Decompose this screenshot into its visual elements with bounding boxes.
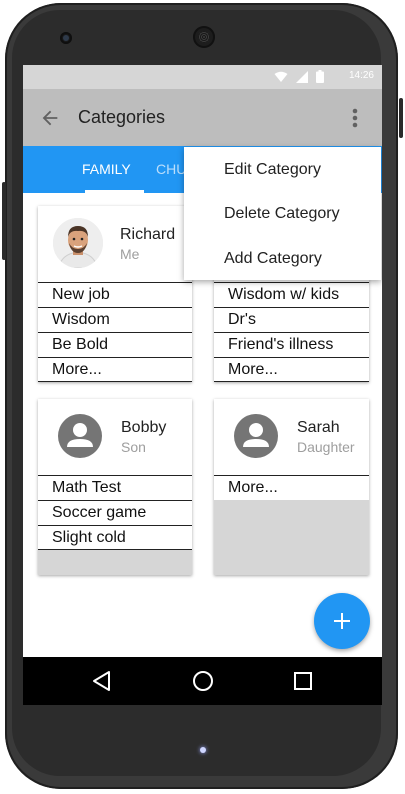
list-item[interactable]: Be Bold [38,332,192,356]
volume-button [399,98,403,138]
card-header: Bobby Son [38,399,192,474]
back-triangle-icon[interactable] [90,669,114,693]
tab-indicator [85,190,144,193]
list-item[interactable]: Wisdom w/ kids [214,282,369,306]
tab-church[interactable]: CHU [156,146,186,193]
person-icon [58,414,102,458]
overflow-menu: Edit Category Delete Category Add Catego… [184,147,381,280]
card-header: Richard Me [38,206,192,281]
avatar [53,218,103,268]
power-button [2,182,6,260]
person-relation: Son [121,439,146,455]
tab-family[interactable]: FAMILY [82,146,131,193]
card-empty-area [38,550,192,575]
battery-icon [316,70,324,83]
person-name: Bobby [121,419,167,436]
category-card[interactable]: Sarah Daughter More... [214,399,369,575]
front-camera [60,32,72,44]
status-time: 14:26 [348,70,374,81]
category-card[interactable]: Bobby Son Math Test Soccer game Slight c… [38,399,192,575]
menu-item-delete-category[interactable]: Delete Category [184,191,381,236]
list-item[interactable]: New job [38,282,192,306]
person-name: Richard [120,226,176,243]
more-link[interactable]: More... [214,357,369,382]
card-empty-area [214,500,369,575]
card-header: Sarah Daughter [214,399,369,474]
person-relation: Me [120,246,140,262]
person-icon [234,414,278,458]
page-title: Categories [78,107,166,127]
person-photo-icon [53,218,103,268]
list-item[interactable]: Math Test [38,475,192,499]
back-arrow-icon[interactable] [39,107,61,129]
system-nav-bar [23,657,382,705]
screen: 14:26 Categories FAMILY CHU Richard Me N… [23,65,382,705]
menu-item-add-category[interactable]: Add Category [184,236,381,281]
add-fab-button[interactable] [314,593,370,649]
overflow-menu-icon[interactable] [344,106,366,130]
list-item[interactable]: Slight cold [38,525,192,550]
list-item[interactable]: Wisdom [38,307,192,331]
list-item[interactable]: Dr's [214,307,369,331]
list-item[interactable]: Friend's illness [214,332,369,356]
list-item[interactable]: Soccer game [38,500,192,524]
signal-icon [296,71,308,83]
home-circle-icon[interactable] [191,669,215,693]
status-bar: 14:26 [23,65,382,89]
category-card[interactable]: Richard Me New job Wisdom Be Bold More..… [38,206,192,382]
person-name: Sarah [297,419,340,436]
more-link[interactable]: More... [214,475,369,499]
wifi-icon [274,71,288,82]
menu-item-edit-category[interactable]: Edit Category [184,147,381,192]
more-link[interactable]: More... [38,357,192,382]
earpiece-speaker [193,26,215,48]
plus-icon [334,613,350,629]
notification-led [200,747,206,753]
recents-square-icon[interactable] [291,669,315,693]
person-relation: Daughter [297,439,355,455]
app-bar: Categories [23,89,382,146]
